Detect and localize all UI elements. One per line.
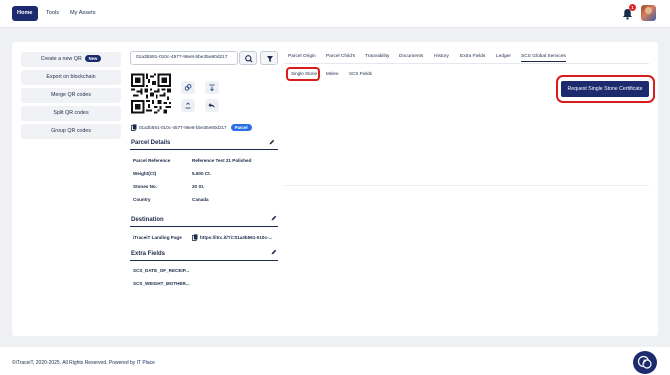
notification-badge: 1 (629, 4, 636, 11)
footer: ©iTraceiT, 2020-2025. All Rights Reserve… (0, 347, 670, 375)
top-navbar: Home Tools My Assets 1 (0, 0, 670, 28)
extra-field-row: SCS_WEIGHT_MOTHER... (133, 281, 190, 286)
share-icon (208, 103, 215, 108)
chat-support-icon: ? (637, 355, 652, 369)
tab-documents[interactable]: Documents (399, 52, 423, 62)
tab-traceability[interactable]: Traceability (365, 52, 389, 62)
merge-qr-button[interactable]: Merge QR codes (21, 88, 121, 103)
highlight-request-button (556, 75, 655, 103)
search-input[interactable]: 01a3b591-010c-4577-96e8-bbe35e80d217 (130, 51, 238, 65)
stones-no-value: 20 St. (192, 184, 205, 189)
new-badge: New (84, 55, 102, 63)
subtab-melee[interactable]: Melee (326, 69, 339, 78)
destination-label: iTraceiT Landing Page (133, 235, 182, 240)
search-icon (245, 55, 253, 63)
search-button[interactable] (239, 51, 257, 65)
create-qr-label: Create a new QR (40, 56, 82, 62)
weight-label: Weight(Ct) (133, 171, 157, 176)
tab-parcel-origin[interactable]: Parcel Origin (288, 52, 316, 62)
split-qr-button[interactable]: Split QR codes (21, 106, 121, 121)
footer-text: ©iTraceiT, 2020-2025. All Rights Reserve… (12, 360, 137, 366)
divider (130, 260, 278, 261)
share-button[interactable] (205, 99, 219, 112)
divider (130, 226, 278, 227)
destination-title: Destination (131, 217, 164, 223)
footer-copyright: ©iTraceiT, 2020-2025. All Rights Reserve… (12, 360, 155, 366)
tab-ledger[interactable]: Ledger (496, 52, 511, 62)
footer-link-it-place[interactable]: IT Place (137, 360, 155, 366)
asset-uuid: 01a3b591-010c-4577-96e8-bbe35e80d217 (139, 125, 227, 130)
asset-uuid-row: 01a3b591-010c-4577-96e8-bbe35e80d217 Par… (131, 123, 252, 132)
filter-icon (267, 56, 273, 62)
parcel-details-title: Parcel Details (131, 140, 171, 146)
asset-type-badge: Parcel (230, 124, 252, 131)
upload-icon (185, 102, 191, 109)
group-qr-button[interactable]: Group QR codes (21, 124, 121, 139)
upload-button[interactable] (181, 99, 195, 112)
download-icon (209, 84, 215, 92)
chat-support-button[interactable]: ? (633, 351, 657, 374)
parcel-reference-label: Parcel Reference (133, 158, 171, 163)
create-qr-button[interactable]: Create a new QR New (21, 52, 121, 67)
stones-no-label: Stones No. (133, 184, 157, 189)
extra-field-row: SCS_DATE_OF_RECEIP... (133, 268, 189, 273)
destination-url[interactable]: https://itrc.it/?i=01a3b591-010c-... (200, 235, 272, 240)
content-divider (284, 185, 649, 186)
export-blockchain-button[interactable]: Export on blockchain (21, 70, 121, 85)
nav-home[interactable]: Home (12, 6, 38, 21)
pencil-icon[interactable] (269, 139, 275, 145)
tab-parcel-childs[interactable]: Parcel Child's (326, 52, 355, 62)
divider (130, 149, 278, 150)
tabs-divider (284, 63, 649, 64)
nav-my-assets[interactable]: My Assets (65, 6, 101, 21)
tab-history[interactable]: History (434, 52, 449, 62)
tab-extra-fields[interactable]: Extra Fields (460, 52, 485, 62)
highlight-single-stone (286, 67, 320, 81)
qr-code-image (131, 73, 171, 114)
tab-scs-global-services[interactable]: SCS Global Services (521, 52, 566, 62)
subtab-scs-fields[interactable]: SCS Fields (349, 69, 372, 78)
extra-fields-title: Extra Fields (131, 251, 166, 257)
filter-button[interactable] (260, 51, 278, 65)
parcel-reference-value: Reference Test 21 Polished (192, 158, 252, 163)
country-label: Country (133, 197, 151, 202)
pencil-icon[interactable] (271, 249, 277, 255)
link-button[interactable] (181, 81, 195, 94)
svg-text:?: ? (643, 359, 646, 365)
weight-value: 5.600 Ct. (192, 171, 211, 176)
link-icon (184, 84, 192, 91)
copy-icon[interactable] (192, 234, 198, 241)
avatar[interactable] (641, 5, 656, 21)
download-qr-button[interactable] (205, 81, 219, 94)
country-value: Canada (192, 197, 209, 202)
copy-icon[interactable] (131, 124, 137, 131)
main-panel: Create a new QR New Export on blockchain … (12, 42, 658, 336)
pencil-icon[interactable] (271, 215, 277, 221)
nav-tools[interactable]: Tools (41, 6, 64, 21)
